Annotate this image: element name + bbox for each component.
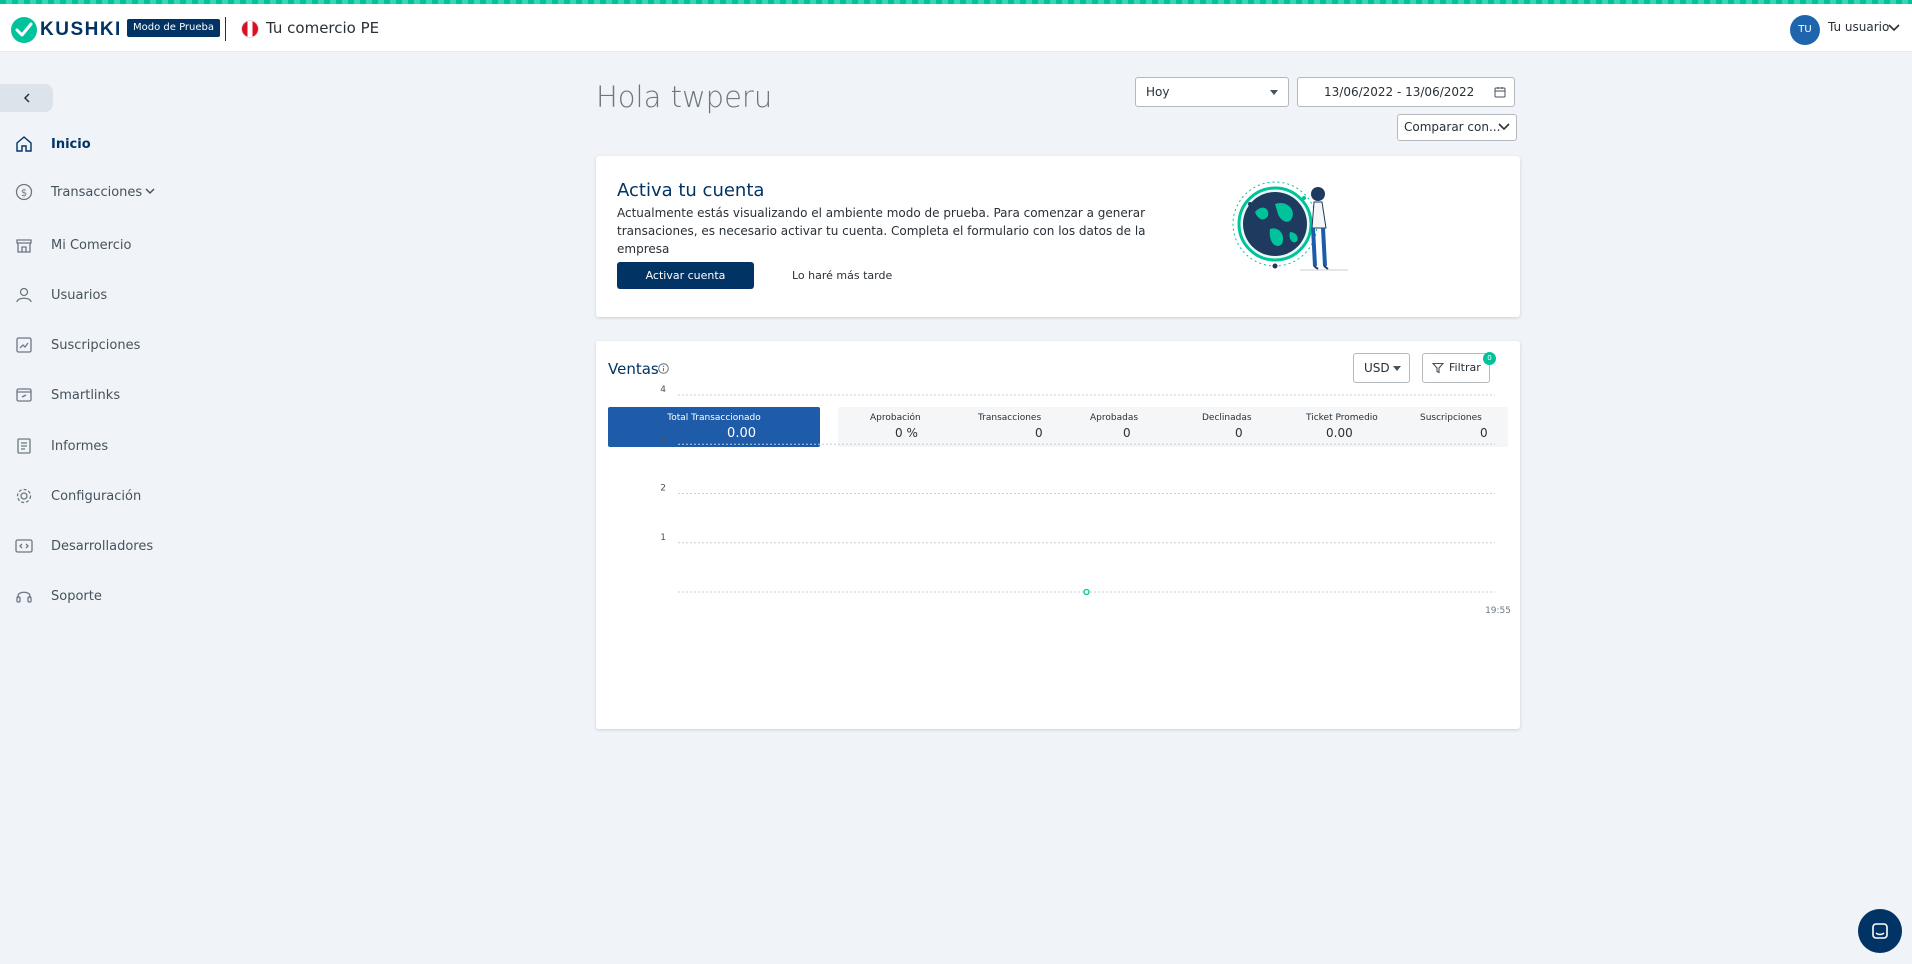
later-button[interactable]: Lo haré más tarde [792,262,892,289]
chevron-down-icon [1498,123,1510,131]
subscription-icon [14,335,34,355]
svg-text:$: $ [21,188,27,199]
sidebar-item-usuarios[interactable]: Usuarios [14,283,107,307]
sales-card: Ventas USD Filtrar 0 Total Transaccionad… [596,341,1520,729]
chevron-left-icon [23,93,30,103]
sidebar-item-soporte[interactable]: Soporte [14,584,102,608]
user-icon [14,285,34,305]
sidebar-item-label: Suscripciones [51,337,141,353]
gear-icon [14,486,34,506]
headset-icon [14,586,34,606]
caret-down-icon [1270,90,1278,95]
page-title: Hola twperu [596,80,773,114]
compare-select-value: Comparar con... [1404,120,1501,134]
y-tick-label: 3 [660,434,666,444]
sidebar-item-label: Soporte [51,588,102,604]
period-select-value: Hoy [1146,85,1170,99]
globe-woman-illustration [1232,181,1348,271]
chat-icon [1872,923,1888,939]
compare-select[interactable]: Comparar con... [1397,114,1517,141]
sidebar-item-label: Smartlinks [51,387,121,403]
y-tick-label: 2 [660,484,666,494]
activate-account-card: Activa tu cuenta Actualmente estás visua… [596,156,1520,317]
chevron-down-icon[interactable] [1888,24,1900,32]
report-icon [14,436,34,456]
header-divider [225,17,226,41]
sidebar-item-label: Informes [51,438,109,454]
activate-title: Activa tu cuenta [617,180,765,201]
sidebar-item-suscripciones[interactable]: Suscripciones [14,333,140,357]
sidebar-item-label: Desarrolladores [51,538,154,554]
home-icon [14,134,34,154]
date-range-value: 13/06/2022 - 13/06/2022 [1324,85,1475,99]
brand-name: KUSHKI [40,19,122,40]
period-select[interactable]: Hoy [1135,77,1289,107]
calendar-icon [1494,87,1506,98]
sidebar-item-informes[interactable]: Informes [14,434,108,458]
test-mode-badge: Modo de Prueba [127,19,221,37]
top-bar: KUSHKI Modo de Prueba Tu comercio PE TU … [0,4,1912,52]
sidebar-item-label: Inicio [51,136,91,152]
merchant-name: Tu comercio PE [266,19,380,37]
logo-check-icon [11,17,37,43]
chevron-down-icon[interactable] [145,188,155,195]
sidebar-item-configuracion[interactable]: Configuración [14,484,141,508]
chart-data-point[interactable] [1083,588,1090,596]
date-range-picker[interactable]: 13/06/2022 - 13/06/2022 [1297,77,1515,107]
sidebar-item-label: Transacciones [51,184,143,200]
chat-launcher-button[interactable] [1858,909,1902,953]
sales-line-chart: 4 3 2 1 19:55 [660,385,1511,616]
link-icon [14,385,34,405]
kushki-logo[interactable]: KUSHKI [11,17,122,43]
x-tick-label: 19:55 [1485,606,1511,616]
dollar-circle-icon: $ [14,182,34,202]
sidebar-item-label: Usuarios [51,287,108,303]
y-tick-label: 4 [660,385,666,395]
avatar[interactable]: TU [1790,15,1820,45]
code-icon [14,536,34,556]
store-icon [14,235,34,255]
y-tick-label: 1 [660,533,666,543]
sidebar-item-label: Mi Comercio [51,237,132,253]
sidebar-collapse-button[interactable] [0,84,53,112]
peru-flag-icon [241,20,259,38]
sidebar-item-mi-comercio[interactable]: Mi Comercio [14,233,131,257]
activate-description: Actualmente estás visualizando el ambien… [617,206,1146,256]
sidebar-item-label: Configuración [51,488,142,504]
activate-account-button[interactable]: Activar cuenta [617,262,754,289]
sidebar-item-transacciones[interactable]: $ Transacciones [14,180,155,204]
user-name[interactable]: Tu usuario [1828,20,1889,34]
sidebar-item-inicio[interactable]: Inicio [14,132,91,156]
sidebar-item-smartlinks[interactable]: Smartlinks [14,383,120,407]
sidebar-item-desarrolladores[interactable]: Desarrolladores [14,534,153,558]
